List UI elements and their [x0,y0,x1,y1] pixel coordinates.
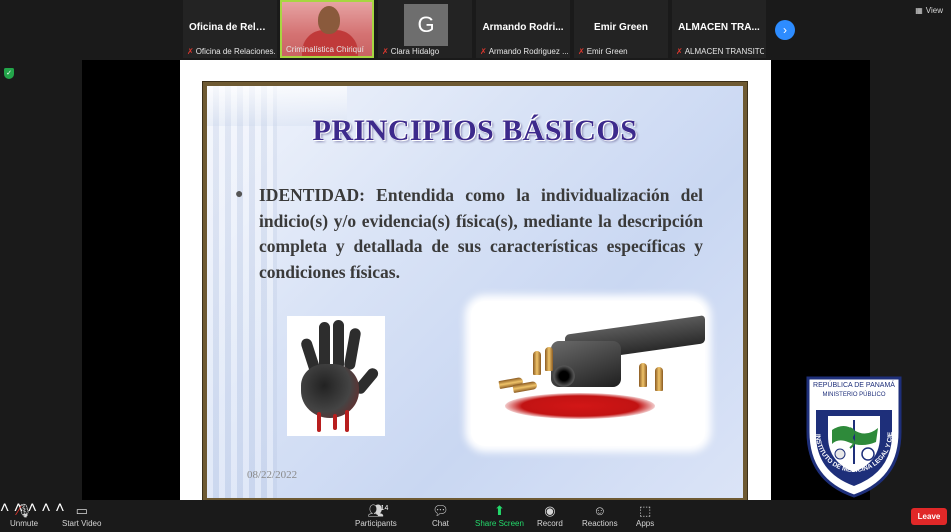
smiley-plus-icon: ☺︎ [593,503,607,518]
video-off-icon: ▭ [75,503,88,518]
reactions-button[interactable]: ☺︎ Reactions [582,502,618,528]
meeting-toolbar: 🎙︎ ⁄ Unmute ˄ ▭ Start Video ˄ 👥︎ 14 Partic… [0,500,951,532]
participant-label: Emir Green [586,47,628,56]
mic-muted-icon: ✗ [578,47,585,56]
view-button[interactable]: ▦ View [915,6,943,15]
participant-name: ALMACEN TRA... [678,22,760,33]
gun-and-bullets-image [471,301,705,446]
presentation-slide: PRINCIPIOS BÁSICOS ● IDENTIDAD: Entendid… [202,81,748,503]
participant-name: Oficina de Relac... [189,22,276,33]
chevron-right-icon: › [783,23,787,37]
participant-label: ALMACEN TRANSITO... [684,47,764,56]
chat-icon: 💬︎ [432,503,449,518]
mic-muted-icon: ✗ [676,47,683,56]
participant-tile[interactable]: Emir Green ✗ Emir Green [574,0,668,58]
leave-button[interactable]: Leave [911,508,947,525]
slide-title: PRINCIPIOS BÁSICOS [312,114,638,147]
bullet-icon: ● [235,185,244,201]
logo-sub-text: MINISTERIO PÚBLICO [822,391,885,398]
participant-tile-active-speaker[interactable]: Criminalística Chiriquí [280,0,374,58]
participant-name: Emir Green [594,22,648,33]
participant-label: Oficina de Relaciones... [195,47,275,56]
slide-body-text: IDENTIDAD: Entendida como la individuali… [259,185,703,282]
logo-top-text: REPÚBLICA DE PANAMÁ [813,380,895,389]
participant-tile[interactable]: Armando Rodri... ✗ Armando Rodriguez ... [476,0,570,58]
participant-avatar: G [404,4,448,46]
start-video-button[interactable]: ▭ Start Video [62,502,101,528]
participant-label: Armando Rodriguez ... [488,47,568,56]
apps-icon: ⬚ [638,503,652,518]
chat-button[interactable]: 💬︎ Chat [432,502,449,528]
participant-name: Armando Rodri... [482,22,564,33]
record-icon: ◉ [544,503,556,518]
unmute-options-caret[interactable]: ˄ [0,500,9,517]
participant-tile[interactable]: ALMACEN TRA... ✗ ALMACEN TRANSITO... [672,0,766,58]
chat-options-caret[interactable]: ˄ [41,500,50,517]
share-screen-icon: ⬆︎ [494,503,505,518]
participant-strip: Oficina de Relac... ✗ Oficina de Relacion… [0,0,951,60]
unmute-button[interactable]: 🎙︎ ⁄ Unmute [10,502,38,528]
share-screen-button[interactable]: ⬆︎ Share Screen [475,502,524,528]
slide-date: 08/22/2022 [247,469,298,481]
mic-muted-icon: 🎙︎ ⁄ [15,503,33,518]
grid-icon: ▦ [915,6,923,15]
record-button[interactable]: ◉ Record [537,502,563,528]
mic-muted-icon: ✗ [187,47,194,56]
participant-label: Criminalística Chiriquí [286,45,364,54]
imelcf-logo: REPÚBLICA DE PANAMÁ MINISTERIO PÚBLICO I… [802,372,902,498]
apps-button[interactable]: ⬚ Apps [636,502,654,528]
encryption-shield-icon[interactable]: ✓ [4,68,14,79]
participant-tile[interactable]: Oficina de Relac... ✗ Oficina de Relacion… [183,0,277,58]
next-participants-button[interactable]: › [775,20,795,40]
mic-muted-icon: ✗ [480,47,487,56]
people-icon: 👥︎ 14 [368,502,389,519]
participant-tile[interactable]: G ✗ Clara Hidalgo [378,0,472,58]
participants-button[interactable]: 👥︎ 14 Participants [355,502,397,528]
participants-count: 14 [380,505,389,512]
participant-label: Clara Hidalgo [390,47,440,56]
mic-muted-icon: ✗ [382,47,389,56]
bloody-handprint-image [287,316,385,436]
